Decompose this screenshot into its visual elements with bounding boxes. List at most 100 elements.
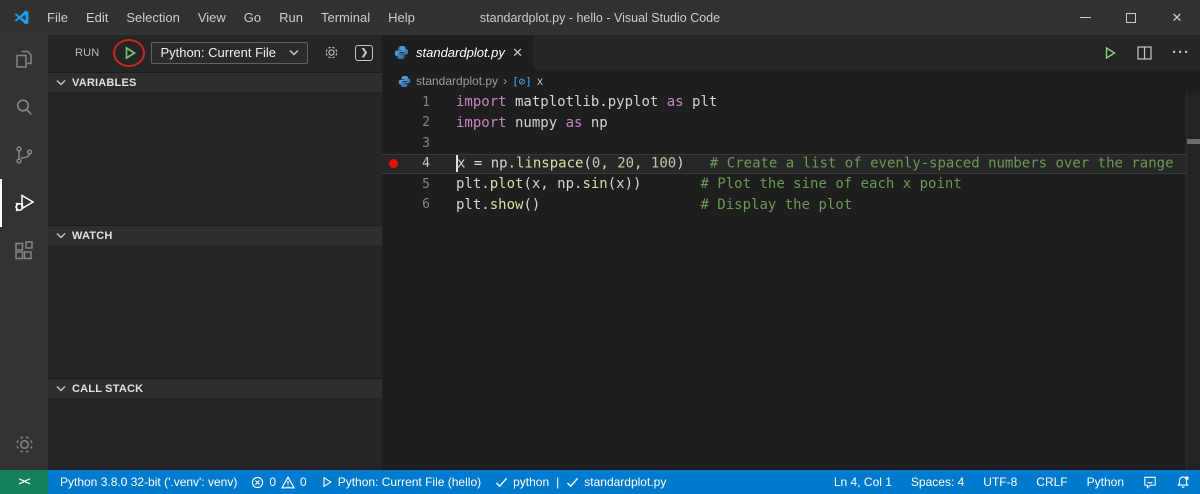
code-line-2[interactable]: 2 import numpy as np — [382, 113, 1186, 134]
section-title: CALL STACK — [72, 382, 144, 395]
sidebar-item-extensions[interactable] — [0, 227, 48, 275]
tab-standardplot[interactable]: standardplot.py ✕ — [382, 35, 533, 70]
menu-item-view[interactable]: View — [189, 0, 235, 35]
code-area[interactable]: 1 import matplotlib.pyplot as plt 2 import … — [382, 92, 1186, 470]
maximize-button[interactable] — [1108, 0, 1154, 35]
status-bar-right: Ln 4, Col 1 Spaces: 4 UTF-8 CRLF Python — [815, 475, 1190, 489]
token-fn: plot — [489, 176, 524, 193]
sidebar-item-source-control[interactable] — [0, 131, 48, 179]
breadcrumb-symbol[interactable]: x — [537, 74, 543, 88]
notifications-button[interactable] — [1176, 475, 1190, 489]
chevron-down-icon — [56, 385, 66, 392]
code-text: import numpy as np — [456, 115, 608, 131]
feedback-button[interactable] — [1143, 476, 1157, 489]
more-actions-button[interactable]: ··· — [1172, 44, 1190, 61]
token-num: 20 — [617, 155, 635, 172]
gear-icon — [324, 45, 340, 60]
token-pl: plt. — [456, 176, 490, 193]
eol-status[interactable]: CRLF — [1036, 475, 1067, 489]
manage-button[interactable] — [0, 433, 48, 456]
split-editor-button[interactable] — [1137, 45, 1152, 60]
breadcrumb[interactable]: standardplot.py › [⊘] x — [382, 70, 1200, 92]
debug-config-status[interactable]: Python: Current File (hello) — [321, 475, 481, 489]
chevron-down-icon — [56, 79, 66, 86]
token-num: 100 — [650, 155, 677, 172]
remote-indicator[interactable]: >< — [0, 470, 48, 494]
problems-status[interactable]: 0 0 — [251, 475, 307, 489]
python-file-icon — [398, 75, 411, 88]
code-line-6[interactable]: 6 plt.show() # Display the plot — [382, 195, 1186, 216]
code-line-1[interactable]: 1 import matplotlib.pyplot as plt — [382, 92, 1186, 113]
play-icon — [323, 476, 332, 488]
indentation-status[interactable]: Spaces: 4 — [911, 475, 964, 489]
cursor-position-label: Ln 4, Col 1 — [833, 475, 892, 489]
debug-configuration-dropdown[interactable]: Python: Current File — [151, 41, 309, 64]
run-icon — [1105, 46, 1116, 59]
indentation-label: Spaces: 4 — [910, 475, 965, 489]
menu-item-file[interactable]: File — [38, 0, 77, 35]
code-line-4[interactable]: 4 x = np.linspace(0, 20, 100) # Create a … — [382, 153, 1186, 174]
settings-gear-icon — [13, 433, 36, 456]
menu-item-go[interactable]: Go — [235, 0, 270, 35]
run-and-debug-icon — [12, 190, 38, 216]
run-view-title: RUN — [75, 46, 100, 59]
status-bar: >< Python 3.8.0 32-bit ('.venv': venv) 0… — [0, 470, 1200, 494]
error-count: 0 — [269, 475, 277, 489]
code-line-5[interactable]: 5 plt.plot(x, np.sin(x)) # Plot the sine … — [382, 174, 1186, 195]
python-file-icon — [394, 45, 409, 60]
symbol-variable-icon: [⊘] — [512, 74, 532, 88]
token-fn: sin — [582, 176, 608, 193]
breakpoint-icon[interactable] — [388, 159, 398, 169]
run-python-file-button[interactable] — [1103, 46, 1117, 60]
encoding-status[interactable]: UTF-8 — [983, 475, 1017, 489]
chevron-right-icon: › — [503, 74, 508, 88]
menu-item-selection[interactable]: Selection — [117, 0, 188, 35]
debug-console-button[interactable]: ❯ — [355, 44, 374, 61]
editor-scrollbar[interactable] — [1186, 92, 1200, 470]
section-title: WATCH — [72, 229, 113, 242]
menu-item-edit[interactable]: Edit — [77, 0, 117, 35]
linter-label: python — [513, 475, 550, 489]
linter-status[interactable]: python | standardplot.py — [495, 475, 666, 489]
separator: | — [556, 475, 560, 489]
eol-label: CRLF — [1036, 475, 1068, 489]
tab-label: standardplot.py — [416, 45, 505, 60]
token-kw: import — [456, 94, 507, 111]
close-button[interactable]: ✕ — [1154, 0, 1200, 35]
error-icon — [252, 476, 264, 488]
token-pl: , — [600, 155, 618, 172]
menu-item-run[interactable]: Run — [270, 0, 312, 35]
check-icon — [567, 477, 579, 487]
bell-icon — [1177, 476, 1189, 488]
call-stack-section-header[interactable]: CALL STACK — [48, 378, 382, 398]
code-line-3[interactable]: 3 — [382, 133, 1186, 154]
breakpoint-gutter[interactable] — [382, 159, 404, 169]
token-pl: x = np. — [457, 155, 517, 172]
breadcrumb-file[interactable]: standardplot.py — [416, 74, 498, 88]
cursor-position-status[interactable]: Ln 4, Col 1 — [834, 475, 892, 489]
explorer-icon — [12, 47, 36, 71]
token-fn: show — [489, 196, 524, 213]
python-interpreter-status[interactable]: Python 3.8.0 32-bit ('.venv': venv) — [60, 475, 237, 489]
minimize-button[interactable] — [1062, 0, 1108, 35]
token-kw: as — [666, 94, 684, 111]
menu-item-help[interactable]: Help — [379, 0, 424, 35]
source-control-icon — [12, 143, 36, 167]
token-pl: (x)) — [607, 176, 701, 193]
line-number: 4 — [422, 156, 430, 172]
menu-item-terminal[interactable]: Terminal — [312, 0, 379, 35]
sidebar-item-run-and-debug[interactable] — [0, 179, 48, 227]
line-number: 1 — [422, 94, 430, 110]
watch-section-header[interactable]: WATCH — [48, 225, 382, 245]
language-mode-status[interactable]: Python — [1087, 475, 1124, 489]
start-debugging-button[interactable] — [113, 38, 146, 67]
token-cm: # Create a list of evenly-spaced numbers… — [709, 155, 1174, 172]
tab-close-icon[interactable]: ✕ — [512, 45, 523, 61]
debug-config-label: Python: Current File (hello) — [337, 475, 482, 489]
debug-settings-button[interactable] — [323, 44, 340, 61]
encoding-label: UTF-8 — [983, 475, 1018, 489]
sidebar-item-explorer[interactable] — [0, 35, 48, 83]
variables-section-header[interactable]: VARIABLES — [48, 72, 382, 92]
token-pl: ( — [583, 155, 592, 172]
sidebar-item-search[interactable] — [0, 83, 48, 131]
